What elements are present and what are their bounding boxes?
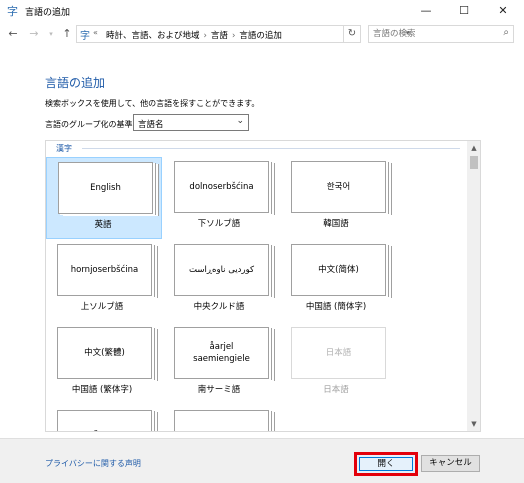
maximize-button[interactable]: ☐ bbox=[445, 0, 483, 24]
native-name: 日本語 bbox=[325, 348, 352, 358]
native-name: 한국어 bbox=[326, 182, 351, 192]
instructions-text: 検索ボックスを使用して、他の言語を探すことができます。 bbox=[45, 99, 260, 108]
native-name: English bbox=[90, 183, 121, 193]
scroll-thumb[interactable] bbox=[470, 156, 478, 169]
language-icon: 字 bbox=[7, 5, 18, 18]
language-label: 中央クルド語 bbox=[193, 302, 245, 312]
language-label: 英語 bbox=[94, 220, 112, 230]
address-bar[interactable]: 字 « 時計、言語、および地域 › 言語 › 言語の追加 ▾ bbox=[76, 25, 410, 43]
chevron-down-icon: ⌄ bbox=[236, 116, 244, 126]
group-divider bbox=[82, 148, 460, 149]
vertical-scrollbar[interactable]: ▲ ▼ bbox=[467, 141, 480, 431]
close-button[interactable]: ✕ bbox=[484, 0, 522, 24]
language-card: کوردیی ناوەڕاست bbox=[174, 244, 269, 296]
breadcrumb: 時計、言語、および地域 › 言語 › 言語の追加 bbox=[106, 29, 282, 41]
footer: プライバシーに関する声明 開く キャンセル bbox=[0, 438, 524, 483]
privacy-statement-link[interactable]: プライバシーに関する声明 bbox=[45, 458, 141, 469]
language-label: 韓国語 bbox=[323, 219, 349, 229]
language-tile[interactable]: 中文(繁體) 中国語 (繁体字) bbox=[46, 323, 162, 405]
language-tile[interactable]: 中文(简体) 中国語 (簡体字) bbox=[280, 240, 396, 322]
native-name: davvisámegiella bbox=[175, 411, 268, 431]
address-toolbar: ← → ▾ ↑ 字 « 時計、言語、および地域›言語›言語の追加 ▾ ↻ ⌕ bbox=[0, 24, 524, 46]
maximize-icon: ☐ bbox=[459, 4, 469, 17]
language-card: davvisámegiella bbox=[174, 410, 269, 431]
open-button[interactable]: 開く bbox=[354, 452, 418, 476]
language-label: 上ソルブ語 bbox=[80, 302, 124, 312]
language-tile[interactable]: davvisámegiella bbox=[163, 406, 279, 431]
language-card: 日本語 bbox=[291, 327, 386, 379]
page-title: 言語の追加 bbox=[45, 76, 106, 90]
native-name: Lỗ XƯU bbox=[58, 411, 151, 431]
language-label: 中国語 (簡体字) bbox=[305, 302, 367, 312]
native-name: 中文(简体) bbox=[318, 265, 359, 275]
search-input[interactable] bbox=[369, 26, 494, 42]
language-label: 日本語 bbox=[323, 385, 349, 395]
search-icon[interactable]: ⌕ bbox=[503, 27, 509, 38]
language-label: 中国語 (繁体字) bbox=[71, 385, 133, 395]
recent-locations-chevron-icon[interactable]: ▾ bbox=[44, 27, 58, 41]
scroll-down-icon[interactable]: ▼ bbox=[467, 417, 480, 431]
native-name: hornjoserbšćina bbox=[70, 265, 139, 275]
window-title: 言語の追加 bbox=[25, 8, 71, 18]
language-label: 下ソルブ語 bbox=[197, 219, 241, 229]
breadcrumb-overflow[interactable]: « bbox=[93, 28, 98, 37]
forward-arrow-icon[interactable]: → bbox=[27, 27, 41, 41]
breadcrumb-separator-icon[interactable]: › bbox=[232, 31, 235, 41]
language-card: 한국어 bbox=[291, 161, 386, 213]
language-card: English bbox=[58, 162, 153, 214]
language-tile[interactable]: hornjoserbšćina 上ソルブ語 bbox=[46, 240, 162, 322]
native-name: کوردیی ناوەڕاست bbox=[189, 265, 255, 275]
native-name: åarjel saemiengiele bbox=[193, 342, 250, 364]
language-list: 漢字 English 英語 dolnoserbšćina 下ソルブ語 한국어 韓… bbox=[45, 140, 481, 432]
group-header: 漢字 bbox=[56, 144, 72, 153]
language-tile[interactable]: dolnoserbšćina 下ソルブ語 bbox=[163, 157, 279, 239]
breadcrumb-item[interactable]: 言語 bbox=[211, 31, 228, 41]
breadcrumb-item[interactable]: 言語の追加 bbox=[239, 31, 282, 41]
scroll-up-icon[interactable]: ▲ bbox=[467, 141, 480, 155]
language-tile[interactable]: English 英語 bbox=[46, 157, 162, 239]
open-button-label: 開く bbox=[359, 457, 413, 471]
breadcrumb-item[interactable]: 時計、言語、および地域 bbox=[106, 31, 200, 41]
close-icon: ✕ bbox=[498, 4, 508, 17]
group-by-label: 言語のグループ化の基準: bbox=[45, 120, 136, 129]
language-tile[interactable]: 한국어 韓国語 bbox=[280, 157, 396, 239]
up-arrow-icon[interactable]: ↑ bbox=[60, 27, 74, 41]
search-box: ⌕ bbox=[368, 25, 514, 43]
title-bar: 字 言語の追加 — ☐ ✕ bbox=[0, 0, 524, 24]
language-tile[interactable]: åarjel saemiengiele 南サーミ語 bbox=[163, 323, 279, 405]
minimize-icon: — bbox=[420, 4, 432, 17]
refresh-button[interactable]: ↻ bbox=[344, 25, 361, 43]
group-by-value: 言語名 bbox=[138, 120, 164, 130]
language-card: Lỗ XƯU bbox=[57, 410, 152, 431]
native-name: dolnoserbšćina bbox=[189, 182, 254, 192]
main-content: 言語の追加 検索ボックスを使用して、他の言語を探すことができます。 言語のグルー… bbox=[0, 46, 524, 438]
back-arrow-icon[interactable]: ← bbox=[6, 27, 20, 41]
cancel-button[interactable]: キャンセル bbox=[421, 455, 480, 472]
language-tile[interactable]: کوردیی ناوەڕاست 中央クルド語 bbox=[163, 240, 279, 322]
language-card: dolnoserbšćina bbox=[174, 161, 269, 213]
language-card: åarjel saemiengiele bbox=[174, 327, 269, 379]
language-card: 中文(简体) bbox=[291, 244, 386, 296]
breadcrumb-separator-icon[interactable]: › bbox=[204, 31, 207, 41]
language-card: 中文(繁體) bbox=[57, 327, 152, 379]
language-tile-disabled: 日本語 日本語 bbox=[280, 323, 396, 405]
minimize-button[interactable]: — bbox=[407, 0, 445, 24]
native-name: 中文(繁體) bbox=[84, 348, 125, 358]
control-panel-icon: 字 bbox=[80, 31, 90, 42]
language-tile[interactable]: Lỗ XƯU bbox=[46, 406, 162, 431]
refresh-icon: ↻ bbox=[347, 28, 357, 39]
language-card: hornjoserbšćina bbox=[57, 244, 152, 296]
language-label: 南サーミ語 bbox=[197, 385, 241, 395]
group-by-select[interactable]: 言語名 ⌄ bbox=[133, 114, 249, 131]
